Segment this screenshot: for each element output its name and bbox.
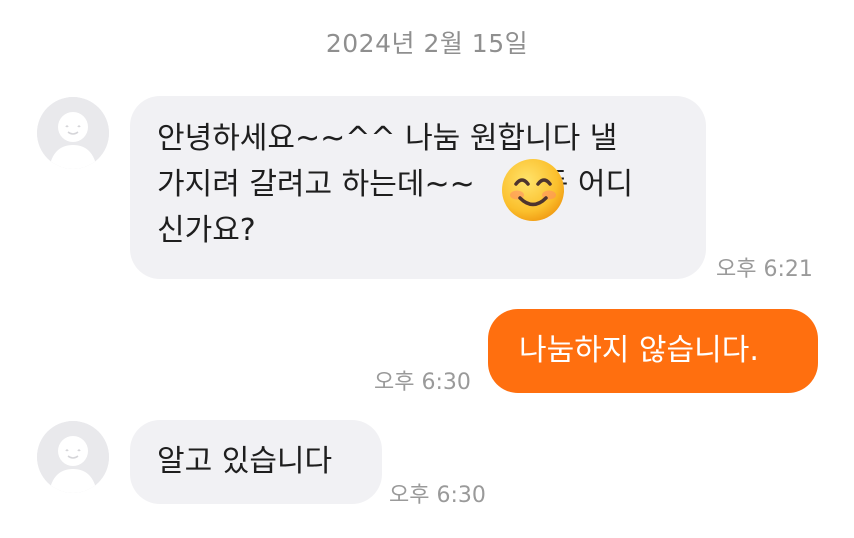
- message-line-part: 가지려 갈려고 하는데~~: [157, 167, 475, 202]
- smiling-face-emoji-icon: [502, 159, 564, 221]
- message-text: 나눔하지 않습니다.: [519, 333, 759, 368]
- default-profile-icon: [37, 97, 109, 169]
- message-timestamp: 오후 6:21: [716, 257, 813, 282]
- message-line: 안녕하세요~~^^ 나눔 원합니다 낼: [157, 121, 618, 156]
- message-bubble-incoming[interactable]: 안녕하세요~~^^ 나눔 원합니다 낼 가지려 갈려고 하는데~~ 동 어디 신가…: [130, 96, 706, 279]
- message-timestamp: 오후 6:30: [374, 370, 471, 395]
- message-bubble-incoming[interactable]: 알고 있습니다: [130, 420, 382, 504]
- message-text: 알고 있습니다: [157, 444, 333, 479]
- chat-view: 2024년 2월 15일 안녕하세요~~^^ 나눔 원합니다 낼 가지려 갈려고…: [0, 0, 854, 538]
- message-bubble-outgoing[interactable]: 나눔하지 않습니다.: [488, 309, 818, 393]
- message-line: 가지려 갈려고 하는데~~ 동 어디: [157, 162, 706, 208]
- message-line: 신가요?: [157, 213, 256, 248]
- default-profile-icon: [37, 421, 109, 493]
- date-header: 2024년 2월 15일: [325, 29, 529, 58]
- avatar[interactable]: [37, 421, 109, 493]
- message-timestamp: 오후 6:30: [389, 483, 486, 508]
- avatar[interactable]: [37, 97, 109, 169]
